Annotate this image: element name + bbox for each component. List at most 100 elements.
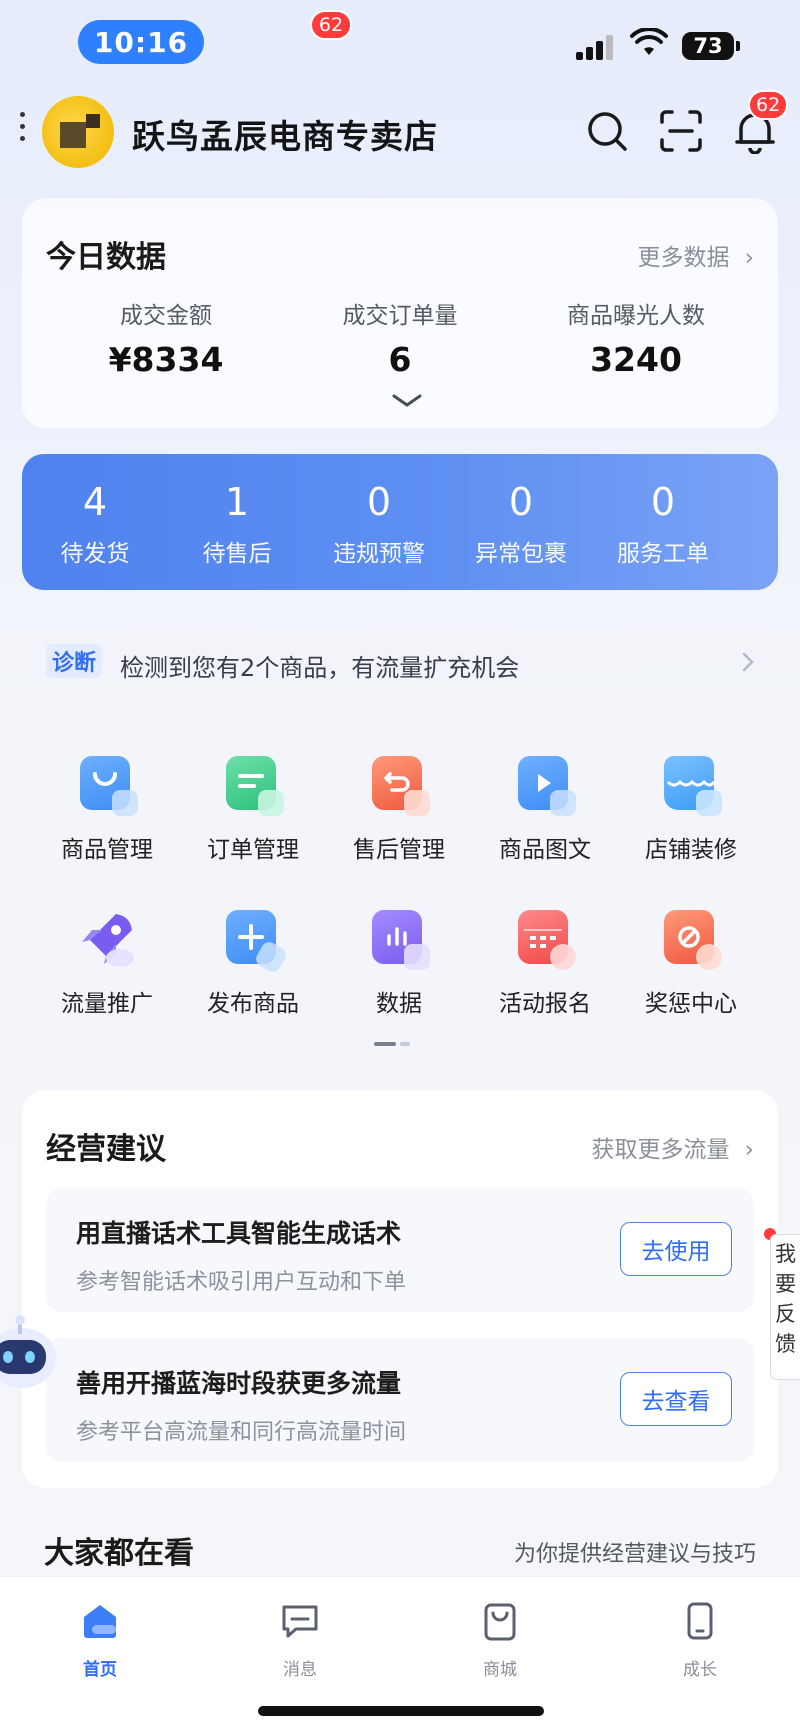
chevron-down-icon[interactable] [390, 392, 424, 410]
advice-more-label: 获取更多流量 [591, 1137, 730, 1163]
todo-violation-warning[interactable]: 0 违规预警 [308, 480, 450, 568]
stat-gmv[interactable]: 成交金额 ¥8334 [46, 296, 286, 379]
advice-item[interactable]: 善用开播蓝海时段获更多流量 参考平台高流量和同行高流量时间 去查看 [46, 1338, 754, 1462]
tool-publish-product[interactable]: 发布商品 [180, 908, 326, 1018]
today-data-card: 今日数据 更多数据 › 成交金额 ¥8334 成交订单量 6 商品曝光人数 32… [22, 198, 778, 428]
todo-label: 待售后 [202, 541, 272, 567]
rocket-icon [76, 908, 138, 970]
shopping-bag-icon [484, 1603, 516, 1641]
tool-label: 店铺装修 [645, 837, 737, 863]
calendar-icon [514, 908, 576, 970]
tool-data[interactable]: 数据 [326, 908, 472, 1018]
business-advice-card: 经营建议 获取更多流量 › 用直播话术工具智能生成话术 参考智能话术吸引用户互动… [22, 1090, 778, 1488]
home-indicator [258, 1706, 544, 1716]
tab-label: 成长 [683, 1660, 717, 1680]
tool-after-sales-management[interactable]: 售后管理 [326, 754, 472, 864]
tool-shop-decoration[interactable]: 店铺装修 [618, 754, 764, 864]
more-dots-icon[interactable] [20, 112, 26, 148]
tool-traffic-promotion[interactable]: 流量推广 [34, 908, 180, 1018]
tab-home[interactable]: 首页 [40, 1599, 160, 1680]
advice-item-subtitle: 参考平台高流量和同行高流量时间 [76, 1420, 407, 1445]
wifi-icon [630, 28, 668, 55]
diagnosis-text: 检测到您有2个商品，有流量扩充机会 [120, 654, 520, 682]
stat-label: 成交订单量 [342, 303, 458, 329]
forbidden-icon [660, 908, 722, 970]
bag-icon [76, 754, 138, 816]
todo-label: 待发货 [60, 541, 130, 567]
return-icon [368, 754, 430, 816]
diagnosis-banner[interactable]: 诊断 检测到您有2个商品，有流量扩充机会 [22, 630, 778, 694]
todo-count: 0 [508, 480, 534, 524]
signal-icon [576, 34, 613, 60]
tab-label: 首页 [83, 1660, 117, 1680]
chevron-right-icon: › [744, 245, 754, 271]
get-more-traffic-link[interactable]: 获取更多流量 › [591, 1130, 754, 1164]
feedback-tab[interactable]: 我要反馈 [770, 1234, 800, 1380]
order-icon [222, 754, 284, 816]
advice-item-title: 善用开播蓝海时段获更多流量 [76, 1369, 402, 1398]
chevron-right-icon: › [744, 1137, 754, 1163]
todo-after-sale[interactable]: 1 待售后 [166, 480, 308, 568]
tool-product-management[interactable]: 商品管理 [34, 754, 180, 864]
tool-label: 奖惩中心 [645, 991, 737, 1017]
todo-service-ticket[interactable]: 0 服务工单 [592, 480, 734, 568]
tool-event-signup[interactable]: 活动报名 [472, 908, 618, 1018]
video-icon [514, 754, 576, 816]
todo-abnormal-package[interactable]: 0 异常包裹 [450, 480, 592, 568]
tab-label: 消息 [283, 1660, 317, 1680]
todo-count: 0 [366, 480, 392, 524]
advice-item-title: 用直播话术工具智能生成话术 [76, 1219, 402, 1248]
view-button[interactable]: 去查看 [620, 1372, 732, 1426]
more-data-label: 更多数据 [637, 245, 730, 271]
tab-mall[interactable]: 商城 [440, 1599, 560, 1680]
more-data-link[interactable]: 更多数据 › [637, 238, 754, 272]
battery-indicator: 73 [682, 32, 740, 60]
use-button[interactable]: 去使用 [620, 1222, 732, 1276]
today-data-title: 今日数据 [46, 240, 166, 275]
tab-messages[interactable]: 消息 [240, 1599, 360, 1680]
tool-label: 订单管理 [207, 837, 299, 863]
messages-badge: 62 [310, 10, 352, 40]
stat-label: 商品曝光人数 [567, 303, 705, 329]
message-icon [282, 1605, 318, 1638]
bar-chart-icon [368, 908, 430, 970]
todo-count: 0 [650, 480, 676, 524]
tool-label: 商品管理 [61, 837, 153, 863]
todo-card: 4 待发货 1 待售后 0 违规预警 0 异常包裹 0 服务工单 [22, 454, 778, 590]
tool-label: 售后管理 [353, 837, 445, 863]
advice-title: 经营建议 [46, 1132, 166, 1167]
scan-icon[interactable] [658, 108, 704, 154]
grid-pager [374, 1042, 414, 1061]
stat-exposure[interactable]: 商品曝光人数 3240 [516, 296, 756, 379]
tool-order-management[interactable]: 订单管理 [180, 754, 326, 864]
advice-item-subtitle: 参考智能话术吸引用户互动和下单 [76, 1270, 407, 1295]
stat-label: 成交金额 [120, 303, 212, 329]
shop-header: 跃鸟孟辰电商专卖店 [0, 88, 800, 178]
tool-product-media[interactable]: 商品图文 [472, 754, 618, 864]
advice-item[interactable]: 用直播话术工具智能生成话术 参考智能话术吸引用户互动和下单 去使用 [46, 1188, 754, 1312]
robot-assistant-icon[interactable] [0, 1314, 64, 1400]
stat-value: 3240 [590, 340, 682, 379]
notification-badge: 62 [748, 90, 789, 120]
todo-label: 服务工单 [617, 541, 709, 567]
todo-label: 异常包裹 [475, 541, 567, 567]
tool-label: 数据 [376, 991, 422, 1017]
tab-growth[interactable]: 成长 [640, 1599, 760, 1680]
shop-avatar[interactable] [42, 96, 114, 168]
chevron-right-icon [742, 652, 754, 672]
storefront-icon [660, 754, 722, 816]
diagnosis-tag: 诊断 [46, 644, 103, 678]
stat-value: 6 [388, 340, 412, 379]
todo-count: 1 [224, 480, 250, 524]
tool-label: 发布商品 [207, 991, 299, 1017]
stat-orders[interactable]: 成交订单量 6 [280, 296, 520, 379]
todo-pending-shipment[interactable]: 4 待发货 [24, 480, 166, 568]
search-icon[interactable] [584, 108, 630, 154]
status-bar: 10:16 73 [0, 0, 800, 88]
tool-reward-penalty-center[interactable]: 奖惩中心 [618, 908, 764, 1018]
shop-name[interactable]: 跃鸟孟辰电商专卖店 [132, 110, 438, 158]
tool-label: 活动报名 [499, 991, 591, 1017]
todo-count: 4 [82, 480, 108, 524]
plus-icon [222, 908, 289, 975]
phone-icon [687, 1602, 713, 1640]
